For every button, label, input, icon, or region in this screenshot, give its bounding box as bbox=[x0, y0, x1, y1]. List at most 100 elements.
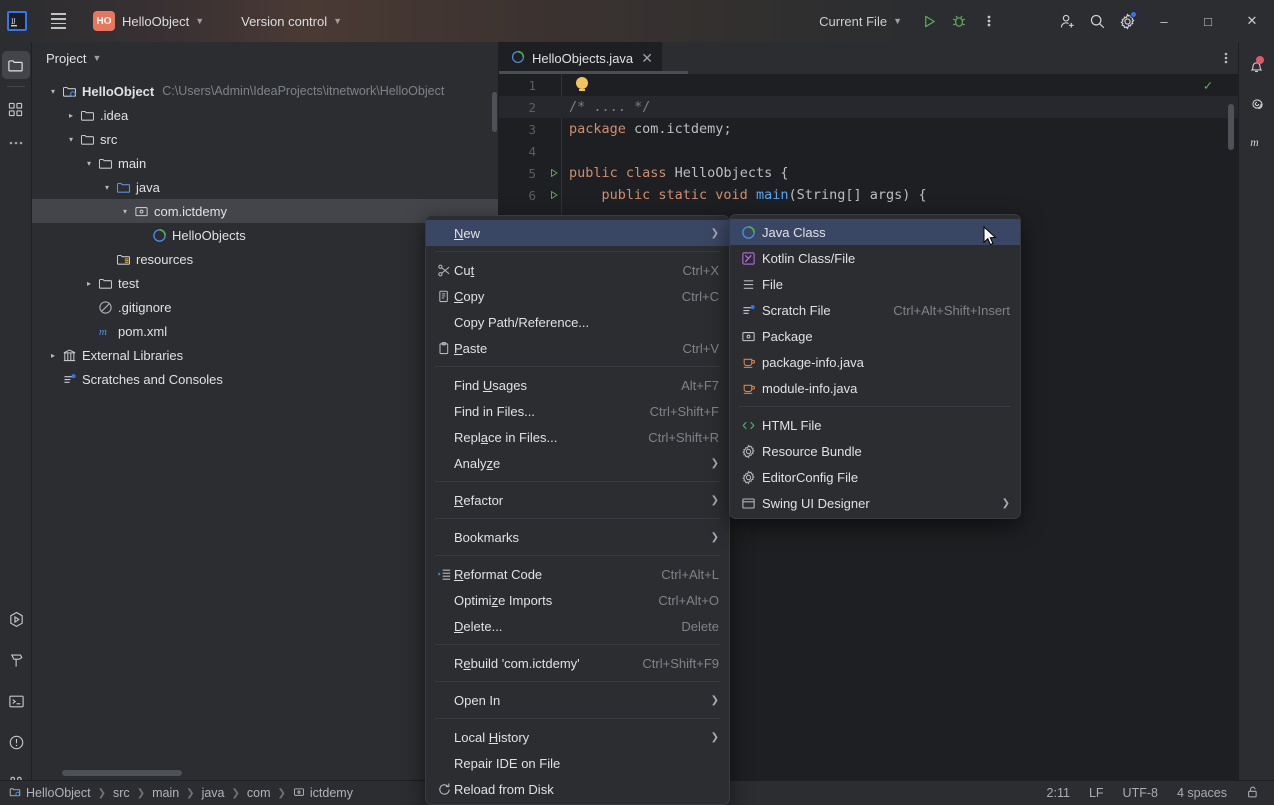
breadcrumb-item[interactable]: java bbox=[202, 786, 225, 800]
menu-item-reload-from-disk[interactable]: Reload from Disk bbox=[426, 776, 729, 802]
tree-node--idea[interactable]: ▸ .idea bbox=[32, 103, 498, 127]
close-icon[interactable]: ✕ bbox=[640, 50, 654, 67]
line-separator[interactable]: LF bbox=[1089, 786, 1104, 800]
disclosure-triangle-icon[interactable]: ▾ bbox=[46, 84, 60, 98]
run-configuration-selector[interactable]: Current File ▼ bbox=[815, 14, 906, 29]
disclosure-triangle-icon[interactable]: ▸ bbox=[46, 348, 60, 362]
breadcrumb-item[interactable]: main bbox=[152, 786, 179, 800]
disclosure-triangle-icon[interactable]: ▸ bbox=[64, 108, 78, 122]
disclosure-triangle-icon[interactable]: ▾ bbox=[82, 156, 96, 170]
menu-item-open-in[interactable]: Open In ❯ bbox=[426, 687, 729, 713]
menu-item-analyze[interactable]: Analyze ❯ bbox=[426, 450, 729, 476]
menu-item-bookmarks[interactable]: Bookmarks ❯ bbox=[426, 524, 729, 550]
sidebar-item-project[interactable] bbox=[1, 51, 30, 79]
submenu-item-scratch-file[interactable]: Scratch File Ctrl+Alt+Shift+Insert bbox=[730, 297, 1020, 323]
menu-item-reformat-code[interactable]: Reformat Code Ctrl+Alt+L bbox=[426, 561, 729, 587]
submenu-item-file[interactable]: File bbox=[730, 271, 1020, 297]
sidebar-item-commit[interactable] bbox=[2, 95, 30, 123]
submenu-item-package[interactable]: Package bbox=[730, 323, 1020, 349]
menu-item-copy-path[interactable]: Copy Path/Reference... bbox=[426, 309, 729, 335]
submenu-item-html-file[interactable]: HTML File bbox=[730, 412, 1020, 438]
window-maximize-button[interactable]: □ bbox=[1186, 0, 1230, 42]
breadcrumb-item[interactable]: HelloObject bbox=[9, 786, 91, 801]
chevron-down-icon[interactable]: ▼ bbox=[92, 53, 101, 63]
sidebar-item-more[interactable] bbox=[2, 129, 30, 157]
editor-vertical-scrollbar[interactable] bbox=[1228, 104, 1234, 150]
menu-item-rebuild[interactable]: Rebuild 'com.ictdemy' Ctrl+Shift+F9 bbox=[426, 650, 729, 676]
tree-node-main[interactable]: ▾ main bbox=[32, 151, 498, 175]
debug-icon[interactable] bbox=[944, 6, 974, 36]
version-control-widget[interactable]: Version control ▼ bbox=[230, 8, 346, 34]
bell-icon[interactable] bbox=[1243, 52, 1271, 80]
window-minimize-button[interactable]: – bbox=[1142, 0, 1186, 42]
inspection-status-icon[interactable]: ✓ bbox=[1204, 78, 1212, 94]
disclosure-triangle-icon[interactable]: ▸ bbox=[82, 276, 96, 290]
submenu-item-editorconfig-file[interactable]: EditorConfig File bbox=[730, 464, 1020, 490]
tree-node-label: HelloObject bbox=[82, 83, 155, 99]
window-close-button[interactable]: ✕ bbox=[1230, 0, 1274, 42]
code-line[interactable]: 5 public class HelloObjects { bbox=[499, 162, 1238, 184]
breadcrumb-item[interactable]: com bbox=[247, 786, 271, 800]
project-widget[interactable]: HO HelloObject ▼ bbox=[71, 8, 208, 34]
run-icon[interactable] bbox=[914, 6, 944, 36]
menu-item-local-history[interactable]: Local History ❯ bbox=[426, 724, 729, 750]
more-actions-icon[interactable] bbox=[974, 6, 1004, 36]
search-icon[interactable] bbox=[1082, 6, 1112, 36]
code-line[interactable]: 4 bbox=[499, 140, 1238, 162]
indent-setting[interactable]: 4 spaces bbox=[1177, 786, 1227, 800]
hamburger-menu-icon[interactable] bbox=[45, 8, 71, 34]
package-icon bbox=[293, 786, 305, 801]
breadcrumb-item[interactable]: ictdemy bbox=[293, 786, 353, 801]
submenu-item-package-info[interactable]: package-info.java bbox=[730, 349, 1020, 375]
disclosure-triangle-icon[interactable]: ▾ bbox=[64, 132, 78, 146]
maven-m-icon[interactable]: m bbox=[1243, 128, 1271, 156]
submenu-item-resource-bundle[interactable]: Resource Bundle bbox=[730, 438, 1020, 464]
menu-item-cut[interactable]: Cut Ctrl+X bbox=[426, 257, 729, 283]
run-gutter-icon[interactable] bbox=[547, 168, 561, 178]
submenu-item-kotlin-class[interactable]: Kotlin Class/File bbox=[730, 245, 1020, 271]
code-line[interactable]: 1 bbox=[499, 74, 1238, 96]
menu-item-delete[interactable]: Delete... Delete bbox=[426, 613, 729, 639]
spiral-icon[interactable] bbox=[1243, 90, 1271, 118]
code-line[interactable]: 3 package com.ictdemy; bbox=[499, 118, 1238, 140]
gear-icon bbox=[738, 469, 758, 485]
menu-item-replace-in-files[interactable]: Replace in Files... Ctrl+Shift+R bbox=[426, 424, 729, 450]
add-user-icon[interactable] bbox=[1052, 6, 1082, 36]
vertical-ellipsis-icon[interactable] bbox=[1224, 42, 1228, 74]
submenu-item-module-info[interactable]: module-info.java bbox=[730, 375, 1020, 401]
settings-icon[interactable] bbox=[1112, 6, 1142, 36]
breadcrumb-item[interactable]: src bbox=[113, 786, 130, 800]
disclosure-triangle-icon[interactable]: ▾ bbox=[118, 204, 132, 218]
menu-item-refactor[interactable]: Refactor ❯ bbox=[426, 487, 729, 513]
menu-item-find-in-files[interactable]: Find in Files... Ctrl+Shift+F bbox=[426, 398, 729, 424]
caret-position[interactable]: 2:11 bbox=[1047, 786, 1070, 800]
menu-item-new[interactable]: New ❯ bbox=[426, 220, 729, 246]
menu-item-repair-ide[interactable]: Repair IDE on File bbox=[426, 750, 729, 776]
code-line[interactable]: 2 /* .... */ bbox=[499, 96, 1238, 118]
disclosure-triangle-icon[interactable]: ▾ bbox=[100, 180, 114, 194]
run-gutter-icon[interactable] bbox=[547, 190, 561, 200]
menu-item-copy[interactable]: Copy Ctrl+C bbox=[426, 283, 729, 309]
sidebar-item-run[interactable] bbox=[2, 605, 30, 633]
tree-node-helloobject[interactable]: ▾ HelloObject C:\Users\Admin\IdeaProjects\… bbox=[32, 79, 498, 103]
code-line[interactable]: 6 public static void main(String[] args)… bbox=[499, 184, 1238, 206]
project-horizontal-scrollbar[interactable] bbox=[62, 770, 182, 776]
file-encoding[interactable]: UTF-8 bbox=[1123, 786, 1158, 800]
project-panel-header[interactable]: Project ▼ bbox=[32, 42, 498, 74]
chevron-right-icon: ❯ bbox=[710, 694, 719, 706]
sidebar-item-problems[interactable] bbox=[2, 728, 30, 756]
sidebar-item-terminal[interactable] bbox=[2, 687, 30, 715]
tree-node-src[interactable]: ▾ src bbox=[32, 127, 498, 151]
sidebar-item-build[interactable] bbox=[2, 646, 30, 674]
editor-tab[interactable]: HelloObjects.java ✕ bbox=[499, 42, 663, 74]
project-vertical-scrollbar[interactable] bbox=[492, 92, 497, 132]
menu-item-optimize-imports[interactable]: Optimize Imports Ctrl+Alt+O bbox=[426, 587, 729, 613]
menu-item-paste[interactable]: Paste Ctrl+V bbox=[426, 335, 729, 361]
ij-logo-icon[interactable]: IJ bbox=[7, 11, 27, 31]
tree-node-java[interactable]: ▾ java bbox=[32, 175, 498, 199]
submenu-item-swing-ui-designer[interactable]: Swing UI Designer ❯ bbox=[730, 490, 1020, 516]
intention-bulb-icon[interactable] bbox=[576, 77, 588, 91]
unlocked-icon[interactable] bbox=[1246, 785, 1260, 802]
submenu-item-java-class[interactable]: Java Class bbox=[730, 219, 1020, 245]
menu-item-find-usages[interactable]: Find Usages Alt+F7 bbox=[426, 372, 729, 398]
